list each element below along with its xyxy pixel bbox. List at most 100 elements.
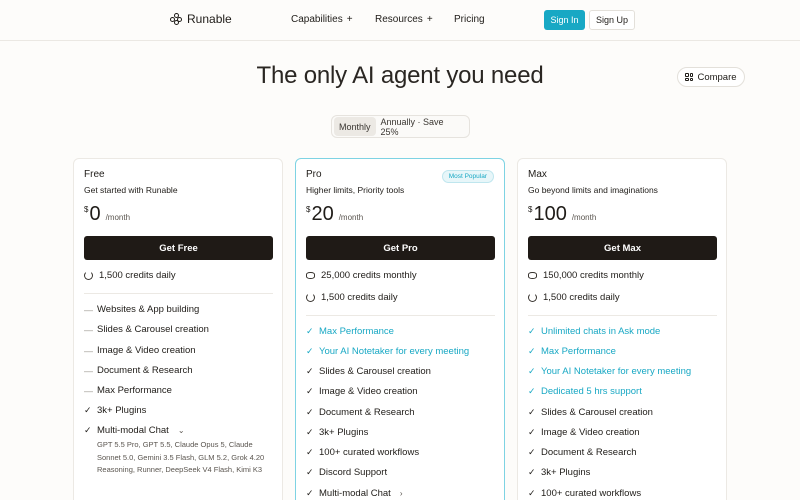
- check-icon: ✓: [306, 447, 314, 457]
- feature-item: ✓ Document & Research: [306, 407, 415, 418]
- logo[interactable]: Runable: [170, 12, 232, 26]
- plan-card-free: Free Get started with Runable $ 0 /month…: [73, 158, 283, 500]
- price-period: /month: [571, 213, 597, 222]
- feature-item: ✓ 100+ curated workflows: [306, 447, 419, 458]
- feature-item: ✓ Your AI Notetaker for every meeting: [528, 366, 691, 377]
- feature-text: Multi-modal Chat: [97, 425, 169, 436]
- chevron-down-icon: ⌄: [177, 426, 185, 435]
- feature-text: Unlimited chats in Ask mode: [541, 326, 661, 337]
- feature-item: ✓ Dedicated 5 hrs support: [528, 386, 642, 397]
- check-icon: ✓: [306, 366, 314, 376]
- billing-toggle: Monthly Annually · Save 25%: [331, 115, 470, 138]
- feature-item: ✓ Document & Research: [528, 447, 637, 458]
- feature-text: Document & Research: [541, 447, 637, 458]
- feature-text: 100+ curated workflows: [541, 488, 642, 499]
- feature-text: 3k+ Plugins: [319, 427, 369, 438]
- currency: $: [306, 205, 311, 214]
- refresh-icon: [84, 271, 93, 280]
- check-icon: ✓: [528, 366, 536, 376]
- plan-card-pro: Pro Higher limits, Priority tools Most P…: [295, 158, 505, 500]
- price-amount: 0: [89, 203, 101, 225]
- feature-item: — Max Performance: [84, 385, 172, 396]
- check-icon: ✓: [528, 488, 536, 498]
- check-icon: ✓: [306, 467, 314, 477]
- plus-icon: +: [346, 14, 353, 25]
- feature-text: Your AI Notetaker for every meeting: [541, 366, 692, 377]
- nav-capabilities-label: Capabilities: [291, 14, 343, 25]
- check-icon: ✓: [306, 346, 314, 356]
- plan-price: $ 0 /month: [84, 204, 130, 224]
- feature-text: Document & Research: [97, 365, 193, 376]
- model-list: GPT 5.5 Pro, GPT 5.5, Claude Opus 5, Cla…: [97, 440, 265, 474]
- grid-icon: [685, 73, 694, 81]
- check-icon: ✓: [528, 447, 536, 457]
- feature-item: ✓ 3k+ Plugins: [306, 427, 368, 438]
- check-icon: ✓: [528, 467, 536, 477]
- feature-item-multimodal[interactable]: ✓ Multi-modal Chat ⌄: [84, 425, 185, 436]
- feature-item: ✓ 3k+ Plugins: [528, 467, 590, 478]
- sign-in-button[interactable]: Sign In: [544, 10, 585, 30]
- nav-resources-label: Resources: [375, 14, 423, 25]
- check-icon: ✓: [528, 427, 536, 437]
- nav-pricing[interactable]: Pricing: [454, 14, 485, 25]
- feature-text: Multi-modal Chat: [319, 488, 391, 499]
- check-icon: ✓: [306, 386, 314, 396]
- price-period: /month: [338, 213, 364, 222]
- feature-text: Dedicated 5 hrs support: [541, 386, 642, 397]
- dash-icon: —: [84, 385, 93, 396]
- get-free-button[interactable]: Get Free: [84, 236, 273, 260]
- feature-text: Slides & Carousel creation: [541, 407, 653, 418]
- check-icon: ✓: [528, 386, 536, 396]
- nav-pricing-label: Pricing: [454, 14, 485, 25]
- compare-button[interactable]: Compare: [677, 67, 745, 87]
- feature-item: ✓ 3k+ Plugins: [84, 405, 146, 416]
- check-icon: ✓: [306, 326, 314, 336]
- feature-item: — Websites & App building: [84, 304, 199, 315]
- dash-icon: —: [84, 324, 93, 335]
- nav-resources[interactable]: Resources +: [375, 14, 433, 25]
- sign-up-button[interactable]: Sign Up: [589, 10, 635, 30]
- get-pro-button[interactable]: Get Pro: [306, 236, 495, 260]
- plan-subtitle: Higher limits, Priority tools: [306, 185, 405, 195]
- nav-capabilities[interactable]: Capabilities +: [291, 14, 353, 25]
- check-icon: ✓: [528, 346, 536, 356]
- divider: [528, 315, 717, 316]
- feature-item: ✓ Image & Video creation: [528, 427, 640, 438]
- get-max-button[interactable]: Get Max: [528, 236, 717, 260]
- feature-item: ✓ Your AI Notetaker for every meeting: [306, 346, 469, 357]
- feature-text: Document & Research: [319, 407, 415, 418]
- credit-text: 1,500 credits daily: [99, 270, 176, 281]
- divider: [84, 293, 273, 294]
- feature-text: 100+ curated workflows: [319, 447, 420, 458]
- check-icon: ✓: [306, 427, 314, 437]
- dash-icon: —: [84, 345, 93, 356]
- credit-text: 25,000 credits monthly: [321, 270, 417, 281]
- plan-name: Max: [528, 169, 547, 180]
- billing-monthly-option[interactable]: Monthly: [334, 117, 376, 136]
- billing-annually-option[interactable]: Annually · Save 25%: [376, 117, 467, 137]
- dash-icon: —: [84, 365, 93, 376]
- check-icon: ✓: [306, 488, 314, 498]
- plus-icon: +: [426, 14, 433, 25]
- feature-item: — Slides & Carousel creation: [84, 324, 209, 335]
- price-period: /month: [105, 213, 131, 222]
- feature-text: Max Performance: [97, 385, 172, 396]
- feature-text: Your AI Notetaker for every meeting: [319, 346, 470, 357]
- check-icon: ✓: [306, 407, 314, 417]
- coins-icon: [528, 272, 537, 279]
- feature-item: — Image & Video creation: [84, 345, 196, 356]
- dash-icon: —: [84, 304, 93, 315]
- currency: $: [528, 205, 533, 214]
- check-icon: ✓: [528, 407, 536, 417]
- feature-item-multimodal[interactable]: ✓ Multi-modal Chat ›: [306, 488, 402, 499]
- feature-text: Max Performance: [319, 326, 394, 337]
- feature-text: 3k+ Plugins: [97, 405, 147, 416]
- top-nav: Runable Capabilities + Resources + Prici…: [0, 0, 800, 41]
- feature-text: Image & Video creation: [319, 386, 418, 397]
- feature-item: — Document & Research: [84, 365, 193, 376]
- feature-item: ✓ Unlimited chats in Ask mode: [528, 326, 660, 337]
- compare-label: Compare: [697, 71, 737, 83]
- plan-subtitle: Go beyond limits and imaginations: [528, 185, 658, 195]
- check-icon: ✓: [528, 326, 536, 336]
- logo-text: Runable: [187, 12, 232, 26]
